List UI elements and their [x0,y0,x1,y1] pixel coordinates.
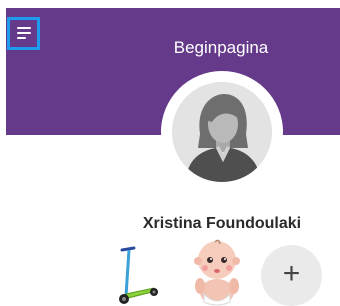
profile-name: Xristina Foundoulaki [142,215,302,232]
child-avatar-scooter[interactable] [110,244,160,306]
page-title: Beginpagina [173,38,269,57]
baby-icon [194,239,240,306]
profile-avatar[interactable] [161,71,283,193]
plus-icon: + [282,257,301,290]
add-child-button[interactable]: + [261,245,322,306]
child-avatar-baby[interactable] [186,236,248,306]
menu-button[interactable] [7,17,40,50]
home-screen: Beginpagina Xristina Foundoulaki + [0,0,340,306]
scooter-icon [119,246,158,304]
default-female-avatar-icon [172,82,272,182]
